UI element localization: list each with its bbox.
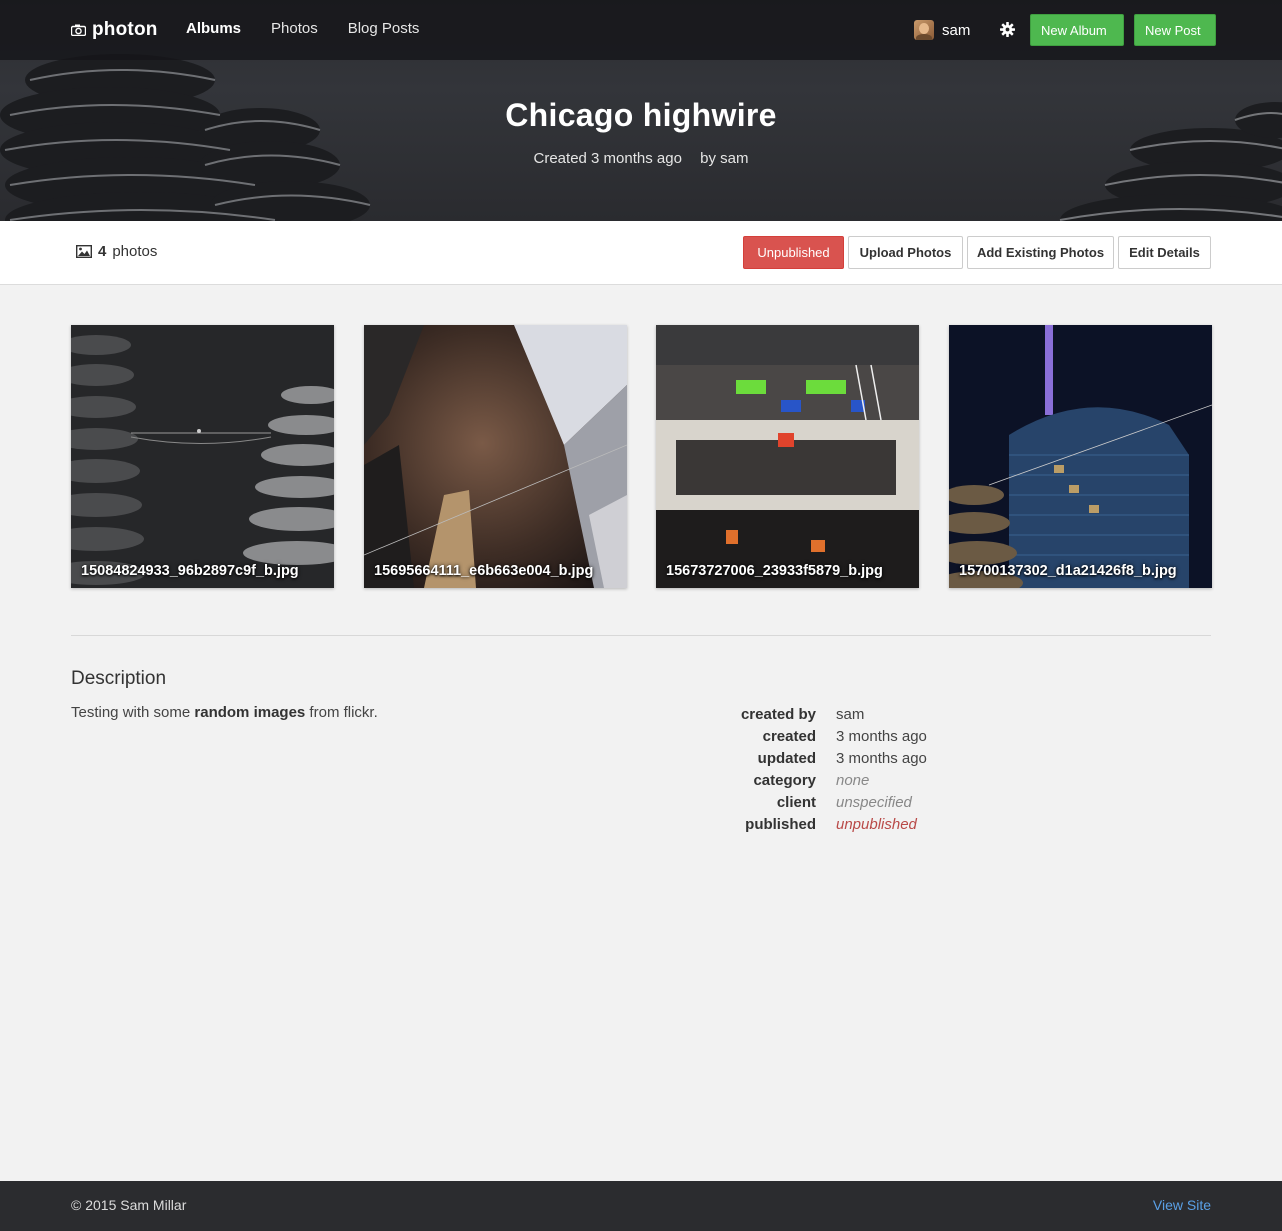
photo-count: 4 photos bbox=[76, 243, 157, 260]
detail-value: 3 months ago bbox=[836, 727, 927, 745]
album-created: Created 3 months ago bbox=[533, 150, 682, 167]
top-navbar: photon Albums Photos Blog Posts sam New … bbox=[0, 0, 1282, 60]
nav-photos[interactable]: Photos bbox=[271, 20, 318, 37]
photo-filename: 15084824933_96b2897c9f_b.jpg bbox=[81, 563, 299, 579]
photo-thumbnail bbox=[364, 325, 627, 588]
photo-count-label: photos bbox=[112, 243, 158, 260]
photo-card[interactable]: 15695664111_e6b663e004_b.jpg bbox=[364, 325, 627, 588]
detail-key: created bbox=[762, 727, 816, 745]
description-heading: Description bbox=[71, 668, 167, 689]
edit-details-button[interactable]: Edit Details bbox=[1118, 236, 1211, 269]
detail-value: sam bbox=[836, 705, 865, 723]
section-divider bbox=[71, 635, 1211, 636]
description-text: Testing with some random images from fli… bbox=[71, 704, 378, 721]
upload-photos-button[interactable]: Upload Photos bbox=[848, 236, 963, 269]
photo-filename: 15700137302_d1a21426f8_b.jpg bbox=[959, 563, 1177, 579]
description-text-part: Testing with some bbox=[71, 704, 195, 721]
detail-value: unspecified bbox=[836, 793, 912, 811]
user-menu[interactable]: sam bbox=[914, 20, 970, 40]
description-text-bold: random images bbox=[194, 704, 306, 721]
album-toolbar: 4 photos Unpublished Upload Photos Add E… bbox=[0, 221, 1282, 285]
new-post-button[interactable]: New Post bbox=[1134, 14, 1216, 46]
photo-thumbnail bbox=[71, 325, 334, 588]
detail-row-updated: updated 3 months ago bbox=[700, 747, 927, 769]
gear-icon[interactable] bbox=[1000, 22, 1015, 37]
main-nav: Albums Photos Blog Posts bbox=[186, 20, 419, 37]
view-site-link[interactable]: View Site bbox=[1153, 1197, 1211, 1213]
photo-card[interactable]: 15084824933_96b2897c9f_b.jpg bbox=[71, 325, 334, 588]
detail-key: updated bbox=[757, 749, 816, 767]
brand-logo[interactable]: photon bbox=[71, 18, 158, 42]
nav-blog-posts[interactable]: Blog Posts bbox=[348, 20, 420, 37]
detail-row-published: published unpublished bbox=[700, 813, 927, 835]
detail-row-category: category none bbox=[700, 769, 927, 791]
copyright-text: © 2015 Sam Millar bbox=[71, 1197, 187, 1213]
album-meta: Created 3 months ago by sam bbox=[0, 150, 1282, 167]
add-existing-photos-button[interactable]: Add Existing Photos bbox=[967, 236, 1114, 269]
photo-filename: 15673727006_23933f5879_b.jpg bbox=[666, 563, 883, 579]
brand-name: photon bbox=[92, 19, 158, 40]
avatar bbox=[914, 20, 934, 40]
nav-albums[interactable]: Albums bbox=[186, 20, 241, 37]
photo-thumbnail bbox=[656, 325, 919, 588]
image-icon bbox=[76, 245, 92, 258]
new-album-button[interactable]: New Album bbox=[1030, 14, 1124, 46]
photo-filename: 15695664111_e6b663e004_b.jpg bbox=[374, 563, 594, 579]
photo-thumbnail bbox=[949, 325, 1212, 588]
detail-value: none bbox=[836, 771, 870, 789]
photo-card[interactable]: 15673727006_23933f5879_b.jpg bbox=[656, 325, 919, 588]
detail-value: 3 months ago bbox=[836, 749, 927, 767]
detail-key: client bbox=[776, 793, 816, 811]
detail-key: created by bbox=[740, 705, 816, 723]
detail-key: published bbox=[745, 815, 816, 833]
detail-row-created: created 3 months ago bbox=[700, 725, 927, 747]
description-text-part: from flickr. bbox=[305, 704, 378, 721]
user-name: sam bbox=[942, 21, 971, 39]
album-author: by sam bbox=[700, 150, 749, 167]
detail-row-created-by: created by sam bbox=[700, 703, 927, 725]
detail-key: category bbox=[753, 771, 816, 789]
camera-icon bbox=[71, 24, 86, 36]
album-header: photon Albums Photos Blog Posts sam New … bbox=[0, 0, 1282, 221]
photo-card[interactable]: 15700137302_d1a21426f8_b.jpg bbox=[949, 325, 1212, 588]
detail-value: unpublished bbox=[836, 815, 917, 833]
album-details: created by sam created 3 months ago upda… bbox=[700, 703, 927, 835]
detail-row-client: client unspecified bbox=[700, 791, 927, 813]
album-title: Chicago highwire bbox=[505, 97, 777, 133]
photo-count-number: 4 bbox=[98, 243, 107, 260]
unpublished-button[interactable]: Unpublished bbox=[743, 236, 844, 269]
page-footer: © 2015 Sam Millar View Site bbox=[0, 1181, 1282, 1231]
